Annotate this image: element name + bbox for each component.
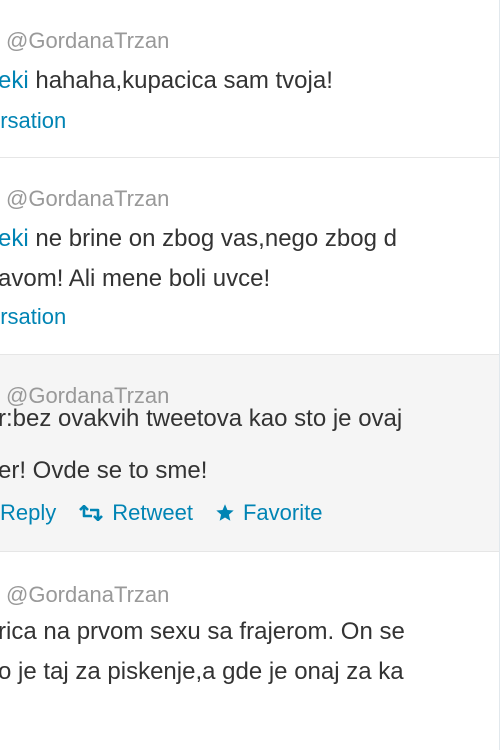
tweet-item[interactable]: @GordanaTrzan eki ne brine on zbog vas,n… xyxy=(0,158,499,355)
tweet-text: ne brine on zbog vas,nego zbog d xyxy=(28,225,397,252)
tweet-text: hahaha,kupacica sam tvoja! xyxy=(28,67,333,94)
reply-button[interactable]: Reply xyxy=(0,500,56,526)
retweet-button[interactable]: Retweet xyxy=(78,500,193,526)
star-icon xyxy=(216,504,234,521)
favorite-label: Favorite xyxy=(242,500,323,525)
tweet-text-line-2: o je taj za piskenje,a gde je onaj za ka xyxy=(0,658,404,685)
view-conversation-link[interactable]: ersation xyxy=(0,304,66,330)
tweet-item[interactable]: @GordanaTrzan r:bez ovakvih tweetova kao… xyxy=(0,355,499,552)
tweet-text-line-1: eki ne brine on zbog vas,nego zbog d xyxy=(0,225,397,253)
tweet-item[interactable]: @GordanaTrzan rica na prvom sexu sa fraj… xyxy=(0,552,499,750)
tweet-handle[interactable]: @GordanaTrzan xyxy=(6,582,169,608)
tweet-text-line-1: r:bez ovakvih tweetova kao sto je ovaj xyxy=(0,405,403,432)
tweet-text-line-2: er! Ovde se to sme! xyxy=(0,457,208,484)
tweet-actions: Reply Retweet Favorite xyxy=(0,500,344,526)
tweet-handle[interactable]: @GordanaTrzan xyxy=(6,186,169,212)
tweet-item[interactable]: @GordanaTrzan eki hahaha,kupacica sam tv… xyxy=(0,0,499,158)
tweet-handle[interactable]: @GordanaTrzan xyxy=(6,28,169,54)
retweet-label: Retweet xyxy=(112,500,193,525)
tweet-text-line-1: eki hahaha,kupacica sam tvoja! xyxy=(0,67,333,95)
tweet-mention[interactable]: eki xyxy=(0,67,29,94)
tweet-text-line-1: rica na prvom sexu sa frajerom. On se xyxy=(0,618,405,645)
reply-label: Reply xyxy=(0,500,57,525)
tweet-mention[interactable]: eki xyxy=(0,225,29,252)
tweet-text-line-2: avom! Ali mene boli uvce! xyxy=(0,265,271,292)
view-conversation-link[interactable]: ersation xyxy=(0,108,66,134)
favorite-button[interactable]: Favorite xyxy=(215,500,322,526)
retweet-icon xyxy=(79,505,104,521)
